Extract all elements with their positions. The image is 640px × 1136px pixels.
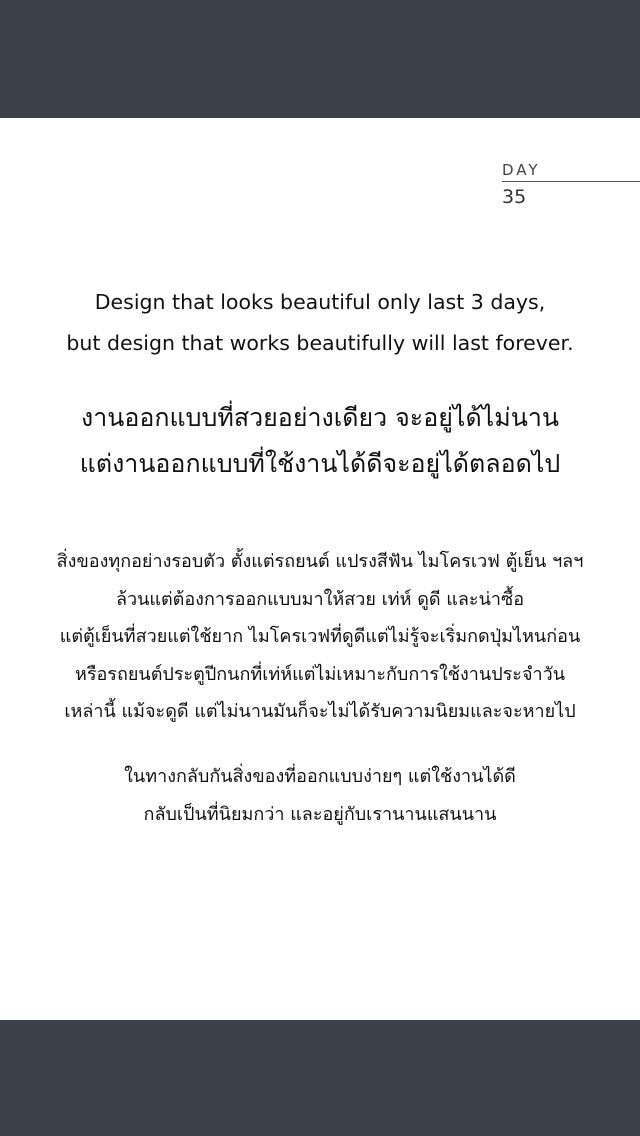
quote-thai-line: แต่งานออกแบบที่ใช้งานได้ดีจะอยู่ได้ตลอดไ… — [79, 449, 561, 478]
quote-thai-line: งานออกแบบที่สวยอย่างเดียว จะอยู่ได้ไม่นา… — [81, 403, 559, 432]
quote-english-line: Design that looks beautiful only last 3 … — [94, 290, 546, 314]
quote-english: Design that looks beautiful only last 3 … — [0, 282, 640, 364]
body-paragraph-1: สิ่งของทุกอย่างรอบตัว ตั้งแต่รถยนต์ แปรง… — [0, 543, 640, 731]
day-badge: DAY 35 — [502, 160, 640, 210]
day-label: DAY — [502, 161, 541, 179]
paragraph-line: แต่ตู้เย็นที่สวยแต่ใช้ยาก ไมโครเวฟที่ดูด… — [59, 626, 581, 647]
day-number: 35 — [502, 186, 527, 208]
quote-english-line: but design that works beautifully will l… — [66, 331, 574, 355]
paragraph-line: กลับเป็นที่นิยมกว่า และอยู่กับเรานานแสนน… — [143, 803, 497, 825]
paragraph-line: ในทางกลับกันสิ่งของที่ออกแบบง่ายๆ แต่ใช้… — [124, 766, 516, 787]
bottom-bar — [0, 1020, 640, 1136]
day-divider — [502, 181, 640, 182]
paragraph-line: เหล่านี้ แม้จะดูดี แต่ไม่นานมันก็จะไม่ได… — [64, 701, 576, 722]
paragraph-line: หรือรถยนต์ประตูปีกนกที่เท่ห์แต่ไม่เหมาะก… — [74, 663, 566, 685]
quote-thai: งานออกแบบที่สวยอย่างเดียว จะอยู่ได้ไม่นา… — [0, 395, 640, 487]
paragraph-line: ล้วนแต่ต้องการออกแบบมาให้สวย เท่ห์ ดูดี … — [115, 588, 525, 610]
body-paragraph-2: ในทางกลับกันสิ่งของที่ออกแบบง่ายๆ แต่ใช้… — [0, 758, 640, 833]
top-bar — [0, 0, 640, 118]
paragraph-line: สิ่งของทุกอย่างรอบตัว ตั้งแต่รถยนต์ แปรง… — [56, 551, 584, 572]
